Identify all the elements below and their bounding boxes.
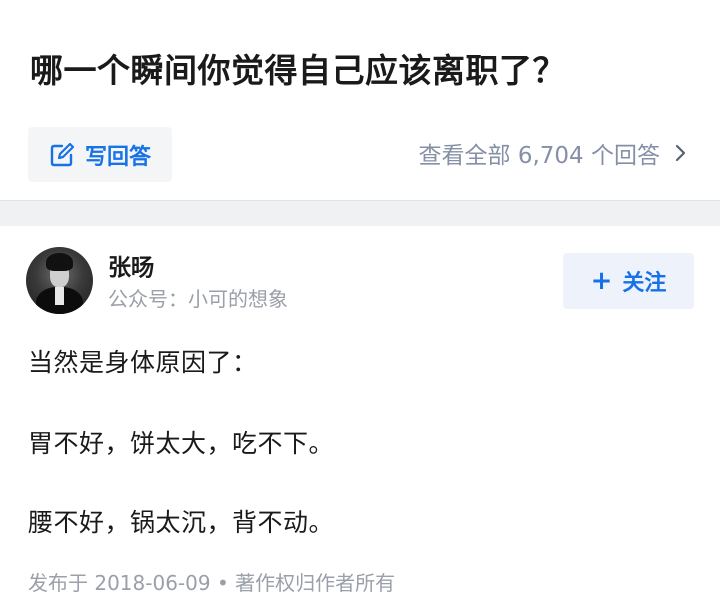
avatar-collar (55, 287, 64, 305)
follow-label: 关注 (622, 271, 667, 296)
section-divider (0, 200, 720, 226)
author-description: 公众号：小可的想象 (108, 287, 288, 311)
answer-meta: 发布于 2018-06-09 • 著作权归作者所有 (28, 571, 396, 595)
answer-card: 张旸 公众号：小可的想象 + 关注 当然是身体原因了： 胃不好，饼太大，吃不下。… (0, 226, 720, 608)
view-all-answers-link[interactable]: 查看全部 6,704 个回答 (419, 136, 688, 170)
edit-icon (50, 142, 75, 166)
chevron-right-icon (675, 144, 686, 162)
view-all-answers-label: 查看全部 6,704 个回答 (418, 143, 660, 169)
question-title[interactable]: 哪一个瞬间你觉得自己应该离职了？ (30, 44, 566, 92)
answer-paragraph: 胃不好，饼太大，吃不下。 (28, 429, 335, 458)
avatar-hair (46, 253, 73, 271)
plus-icon: + (590, 266, 613, 296)
avatar[interactable] (26, 247, 93, 314)
author-name[interactable]: 张旸 (108, 248, 154, 282)
follow-button[interactable]: + 关注 (563, 253, 694, 309)
write-answer-button[interactable]: 写回答 (28, 127, 172, 182)
answer-paragraph: 当然是身体原因了： (28, 348, 258, 377)
question-card: 哪一个瞬间你觉得自己应该离职了？ 写回答 查看全部 6,704 个回答 (0, 0, 720, 200)
write-answer-label: 写回答 (84, 144, 151, 170)
answer-paragraph: 腰不好，锅太沉，背不动。 (28, 508, 335, 537)
